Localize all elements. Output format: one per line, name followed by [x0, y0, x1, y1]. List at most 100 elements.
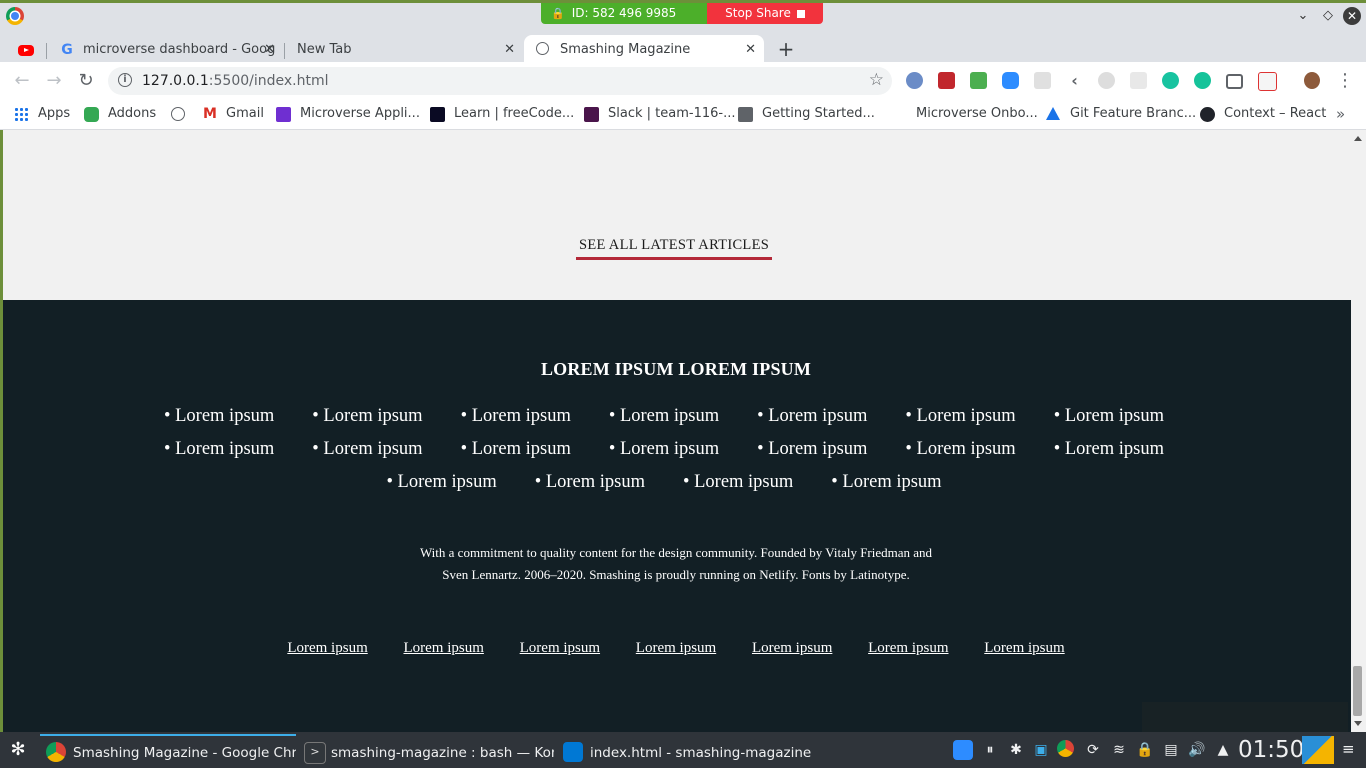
clock[interactable]: 01:50	[1238, 732, 1304, 768]
footer-link[interactable]: Lorem ipsum	[757, 433, 867, 466]
footer-link[interactable]: Lorem ipsum	[831, 466, 941, 499]
scroll-up-arrow-icon[interactable]	[1354, 136, 1362, 141]
bookmark-gmail[interactable]: M Gmail	[203, 100, 264, 129]
back-button[interactable]: ←	[11, 70, 33, 92]
footer-link[interactable]: Lorem ipsum	[461, 433, 571, 466]
scroll-thumb[interactable]	[1353, 666, 1362, 716]
footer-bottom-link[interactable]: Lorem ipsum	[984, 640, 1064, 656]
browser-menu-icon[interactable]: ⋮	[1336, 70, 1354, 92]
show-desktop-icon[interactable]	[1302, 736, 1334, 764]
bookmark-microverse-appli[interactable]: Microverse Appli...	[276, 100, 420, 129]
volume-icon[interactable]: 🔊	[1187, 740, 1207, 760]
footer-link[interactable]: Lorem ipsum	[1054, 433, 1164, 466]
footer-about-line: With a commitment to quality content for…	[419, 545, 933, 560]
footer-link[interactable]: Lorem ipsum	[461, 400, 571, 433]
bookmark-label: Addons	[108, 106, 157, 121]
bookmark-star-icon[interactable]: ☆	[869, 70, 884, 90]
footer-bottom-link[interactable]: Lorem ipsum	[868, 640, 948, 656]
see-all-latest-articles-link[interactable]: SEE ALL LATEST ARTICLES	[576, 236, 773, 260]
footer-link[interactable]: Lorem ipsum	[312, 433, 422, 466]
zoom-tray-icon[interactable]	[953, 740, 973, 760]
task-chrome[interactable]: Smashing Magazine - Google Chro...	[40, 734, 296, 766]
extension-icon[interactable]	[1098, 72, 1115, 89]
lock-icon[interactable]: 🔒	[1135, 740, 1155, 760]
footer-link[interactable]: Lorem ipsum	[905, 400, 1016, 433]
reload-button[interactable]: ↻	[75, 70, 97, 92]
extension-icon[interactable]	[1162, 72, 1179, 89]
extension-icon[interactable]	[1034, 72, 1051, 89]
latest-articles-section: SEE ALL LATEST ARTICLES	[3, 130, 1351, 300]
footer-bottom-link[interactable]: Lorem ipsum	[636, 640, 716, 656]
footer-link[interactable]: Lorem ipsum	[905, 433, 1016, 466]
wifi-icon[interactable]: ≋	[1109, 740, 1129, 760]
address-bar[interactable]: i 127.0.0.1:5500/index.html ☆	[108, 67, 892, 95]
close-tab-icon[interactable]: ✕	[745, 35, 756, 65]
tab-new-tab[interactable]: New Tab ✕	[285, 35, 523, 65]
task-konsole[interactable]: > smashing-magazine : bash — Kon...	[298, 734, 554, 766]
profile-avatar[interactable]	[1304, 72, 1320, 89]
footer-link[interactable]: Lorem ipsum	[609, 433, 719, 466]
maximize-button[interactable]: ◇	[1319, 7, 1337, 25]
panel-menu-icon[interactable]: ≡	[1342, 742, 1355, 757]
close-tab-icon[interactable]: ✕	[264, 35, 275, 65]
footer-link[interactable]: Lorem ipsum	[386, 466, 497, 499]
bookmarks-overflow-icon[interactable]: »	[1336, 100, 1345, 128]
bookmark-slack[interactable]: Slack | team-116-...	[584, 100, 735, 129]
close-tab-icon[interactable]: ✕	[504, 35, 515, 65]
extension-icon[interactable]	[1130, 72, 1147, 89]
footer-link[interactable]: Lorem ipsum	[609, 400, 719, 433]
footer-link[interactable]: Lorem ipsum	[164, 400, 274, 433]
footer-bottom-link[interactable]: Lorem ipsum	[752, 640, 832, 656]
footer-bottom-links: Lorem ipsum Lorem ipsum Lorem ipsum Lore…	[3, 640, 1349, 657]
footer-link[interactable]: Lorem ipsum	[1054, 400, 1164, 433]
bluetooth-icon[interactable]: ✱	[1006, 740, 1026, 760]
footer-link[interactable]: Lorem ipsum	[683, 466, 793, 499]
task-vscode[interactable]: index.html - smashing-magazine - ...	[557, 734, 813, 766]
tray-expand-icon[interactable]: ▲	[1213, 740, 1233, 760]
extension-icon[interactable]	[970, 72, 987, 89]
chrome-logo-icon[interactable]	[6, 7, 24, 25]
bookmark-label: Learn | freeCode...	[454, 106, 575, 121]
footer-link[interactable]: Lorem ipsum	[535, 466, 645, 499]
extension-icon[interactable]: ‹	[1066, 72, 1083, 89]
stop-share-button[interactable]: Stop Share	[707, 3, 823, 24]
chrome-tray-icon[interactable]	[1057, 740, 1074, 757]
bookmark-context-react[interactable]: Context – React	[1200, 100, 1326, 129]
zoom-extension-icon[interactable]	[1002, 72, 1019, 89]
footer-link[interactable]: Lorem ipsum	[164, 433, 274, 466]
bookmark-git-feature-branch[interactable]: Git Feature Branc...	[1046, 100, 1196, 129]
extension-icon[interactable]	[938, 72, 955, 89]
footer-link[interactable]: Lorem ipsum	[757, 400, 867, 433]
bookmark-apps[interactable]: Apps	[14, 100, 70, 129]
footer-bottom-link[interactable]: Lorem ipsum	[520, 640, 600, 656]
forward-button[interactable]: →	[43, 70, 65, 92]
screenshot-icon[interactable]	[1226, 74, 1243, 89]
extension-icon[interactable]	[906, 72, 923, 89]
clipboard-icon[interactable]: ▤	[1161, 740, 1181, 760]
bookmark-getting-started[interactable]: Getting Started...	[738, 100, 875, 129]
updates-icon[interactable]: ⟳	[1083, 740, 1103, 760]
scroll-down-arrow-icon[interactable]	[1354, 721, 1362, 726]
extension-icon[interactable]	[1258, 72, 1277, 91]
site-info-icon[interactable]: i	[118, 73, 132, 87]
new-tab-button[interactable]: +	[776, 35, 796, 65]
footer-link[interactable]: Lorem ipsum	[312, 400, 422, 433]
tab-youtube[interactable]	[8, 35, 46, 65]
footer-bottom-link[interactable]: Lorem ipsum	[287, 640, 367, 656]
close-window-button[interactable]: ✕	[1343, 7, 1361, 25]
tab-smashing-magazine[interactable]: Smashing Magazine ✕	[524, 35, 764, 65]
bookmark-microverse-onbo[interactable]: Microverse Onbo...	[894, 100, 1038, 129]
media-pause-icon[interactable]: ⏸	[980, 740, 1000, 760]
bookmark-label: Microverse Onbo...	[916, 106, 1038, 121]
page-scrollbar[interactable]	[1351, 130, 1366, 732]
tab-microverse-dashboard[interactable]: G microverse dashboard - Goog ✕	[47, 35, 283, 65]
kde-launcher-icon[interactable]: ✻	[6, 738, 30, 762]
bookmark-freecodecamp[interactable]: Learn | freeCode...	[430, 100, 574, 129]
minimize-button[interactable]: ⌄	[1294, 7, 1312, 25]
footer-bottom-link[interactable]: Lorem ipsum	[403, 640, 483, 656]
bookmark-addons[interactable]: Addons	[84, 100, 156, 129]
url-text[interactable]: 127.0.0.1:5500/index.html	[142, 67, 329, 95]
bookmark-globe[interactable]	[171, 100, 193, 129]
grammarly-icon[interactable]	[1194, 72, 1211, 89]
notifications-icon[interactable]: ▣	[1031, 740, 1051, 760]
